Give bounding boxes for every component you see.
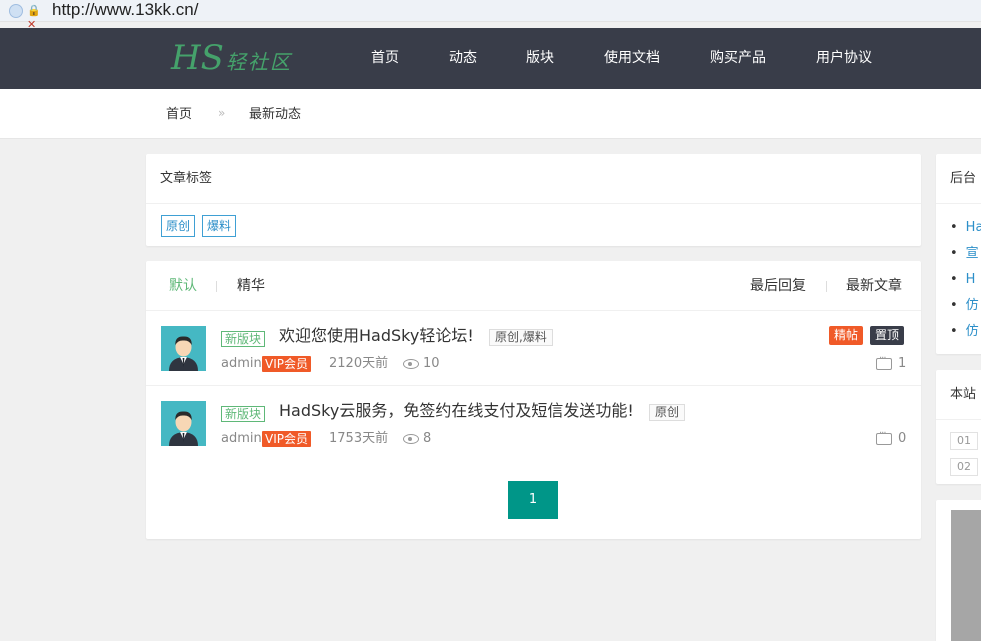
- tab-featured[interactable]: 精华: [237, 277, 265, 295]
- post-row: 新版块 HadSky云服务，免签约在线支付及短信发送功能! 原创 admin V…: [146, 386, 921, 461]
- board-badge[interactable]: 新版块: [221, 406, 266, 422]
- post-time: 2120天前: [329, 356, 389, 371]
- board-badge[interactable]: 新版块: [221, 331, 266, 347]
- sidebar-card-admin: 后台 Ha 宣 H 仿 仿: [936, 154, 981, 354]
- logo-main: HS: [171, 38, 224, 78]
- nav-home[interactable]: 首页: [371, 48, 399, 68]
- avatar[interactable]: [161, 401, 206, 446]
- post-views: 8: [423, 431, 432, 446]
- post-title[interactable]: 欢迎您使用HadSky轻论坛!: [279, 326, 474, 346]
- breadcrumb-current: 最新动态: [249, 107, 302, 122]
- tab-default[interactable]: 默认: [169, 277, 197, 295]
- comment-icon: [876, 428, 892, 445]
- post-comments: 1: [898, 356, 907, 371]
- tab-last-reply[interactable]: 最后回复: [750, 277, 806, 295]
- sidebar-link[interactable]: Ha: [950, 219, 981, 237]
- url-text[interactable]: http://www.13kk.cn/: [52, 0, 198, 22]
- sidebar-link[interactable]: 仿: [950, 323, 979, 341]
- nav-docs[interactable]: 使用文档: [604, 48, 660, 68]
- tab-divider: [826, 281, 827, 292]
- sidebar-card-stats: 本站 01 02: [936, 370, 981, 484]
- rank-number: 02: [950, 458, 978, 476]
- pinned-flag: 置顶: [870, 326, 905, 345]
- sidebar-link[interactable]: 宣: [950, 245, 979, 263]
- comment-icon: [876, 353, 892, 370]
- insecure-lock-icon[interactable]: 🔒✕: [27, 4, 43, 31]
- post-time: 1753天前: [329, 431, 389, 446]
- logo-sub: 轻社区: [225, 50, 292, 74]
- post-views: 10: [423, 356, 440, 371]
- sidebar-link[interactable]: H: [950, 271, 976, 289]
- post-tags[interactable]: 原创,爆料: [489, 329, 553, 346]
- breadcrumb-home[interactable]: 首页: [166, 106, 192, 124]
- avatar[interactable]: [161, 326, 206, 371]
- post-author[interactable]: admin: [221, 431, 262, 447]
- sidebar-image[interactable]: [951, 510, 981, 641]
- featured-flag: 精帖: [829, 326, 864, 345]
- rank-number: 01: [950, 432, 978, 450]
- vip-badge: VIP会员: [262, 431, 311, 447]
- breadcrumb-separator: »: [218, 106, 226, 120]
- post-list-card: 默认 精华 最后回复 最新文章 新版块 欢迎您使用HadSky轻论坛! 原创,爆…: [146, 261, 921, 539]
- sidebar-card-image: [936, 500, 981, 641]
- breadcrumb: [0, 89, 981, 139]
- views-icon: [403, 359, 419, 369]
- tab-divider: [216, 281, 217, 292]
- sidebar-link[interactable]: 仿: [950, 297, 979, 315]
- browser-address-bar[interactable]: 🔒✕ http://www.13kk.cn/: [0, 0, 981, 31]
- pagination-page-1[interactable]: 1: [508, 481, 558, 519]
- tab-newest[interactable]: 最新文章: [846, 277, 902, 295]
- page-info-icon[interactable]: [9, 4, 23, 18]
- post-author[interactable]: admin: [221, 356, 262, 372]
- tag-chip[interactable]: 爆料: [202, 215, 237, 237]
- tags-card: 文章标签 原创 爆料: [146, 154, 921, 246]
- post-comments: 0: [898, 431, 907, 446]
- nav-agreement[interactable]: 用户协议: [816, 48, 872, 68]
- post-tags[interactable]: 原创: [649, 404, 686, 421]
- post-title[interactable]: HadSky云服务，免签约在线支付及短信发送功能!: [279, 401, 634, 421]
- tags-card-title: 文章标签: [146, 154, 921, 204]
- vip-badge: VIP会员: [262, 356, 311, 372]
- views-icon: [403, 434, 419, 444]
- nav-buy[interactable]: 购买产品: [710, 48, 766, 68]
- site-logo[interactable]: HS 轻社区: [171, 40, 292, 76]
- sort-tabs: 默认 精华 最后回复 最新文章: [146, 261, 921, 311]
- sidebar-card-title: 本站: [936, 370, 981, 420]
- post-row: 新版块 欢迎您使用HadSky轻论坛! 原创,爆料 精帖 置顶 admin VI…: [146, 311, 921, 386]
- nav-activity[interactable]: 动态: [449, 48, 477, 68]
- tag-chip[interactable]: 原创: [161, 215, 196, 237]
- sidebar-card-title: 后台: [936, 154, 981, 204]
- nav-boards[interactable]: 版块: [526, 48, 554, 68]
